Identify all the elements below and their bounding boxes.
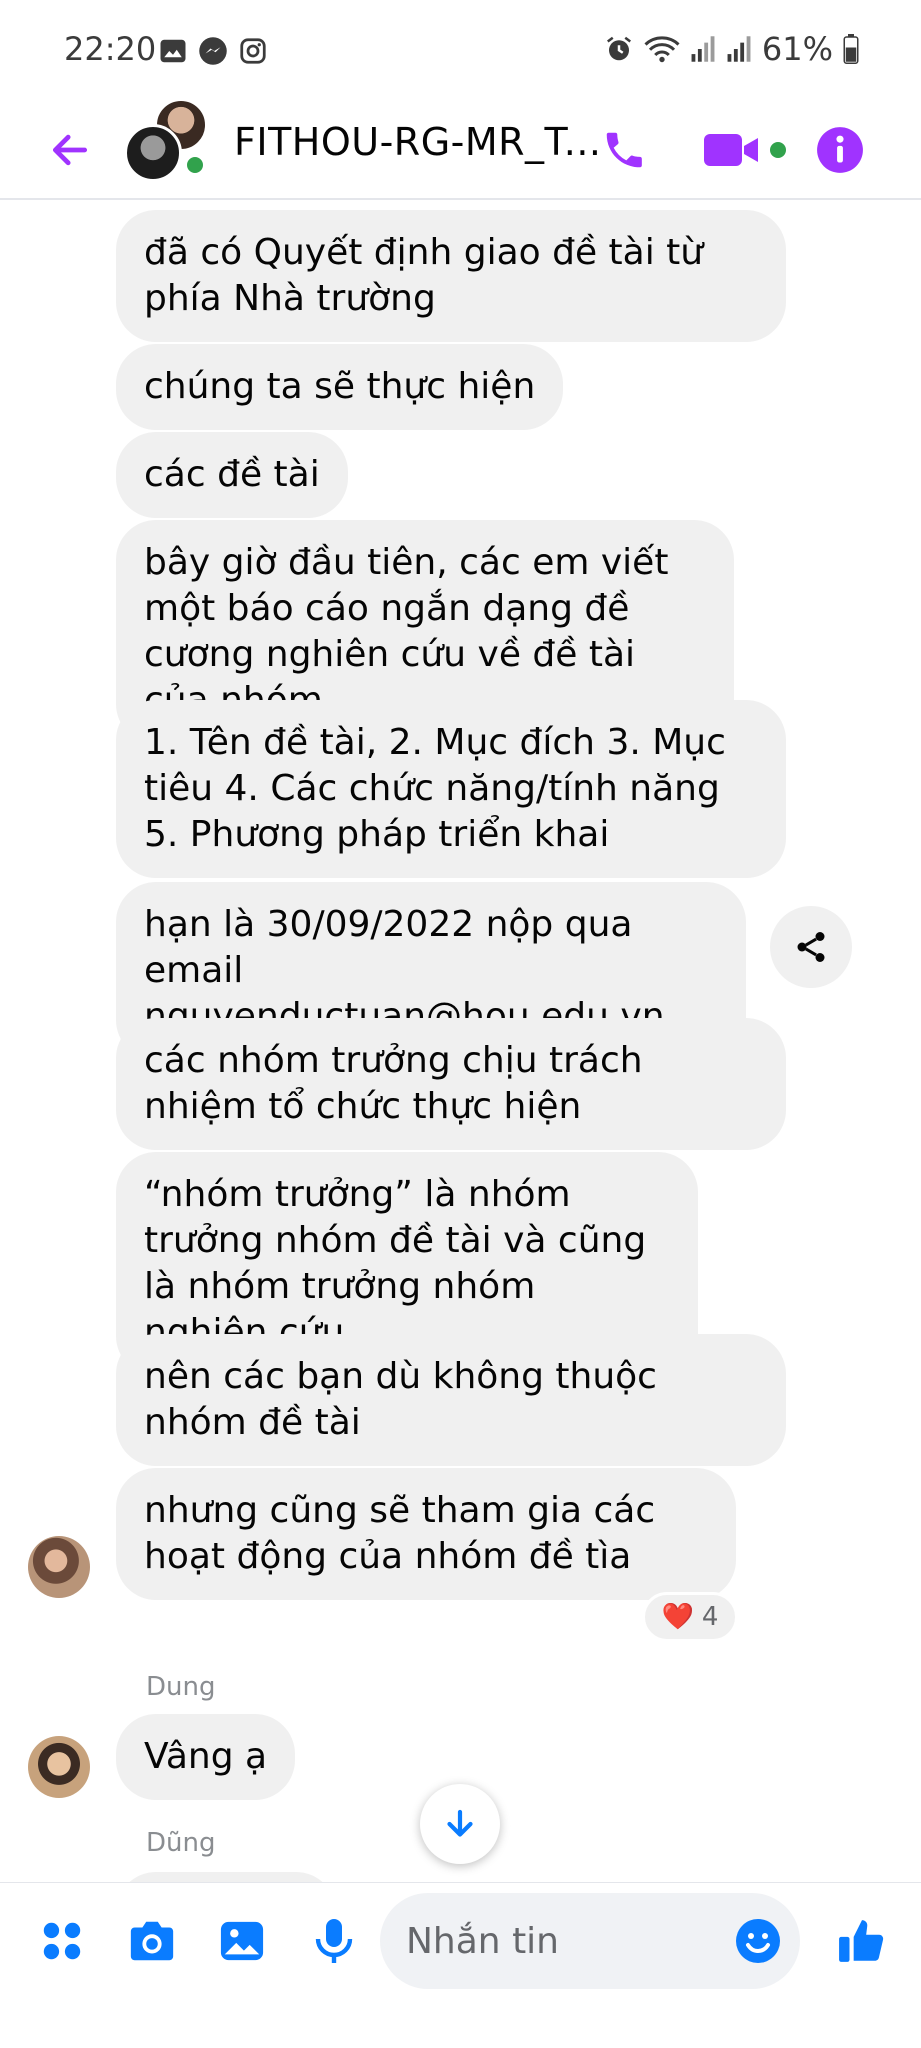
message-text: nhưng cũng sẽ tham gia các hoạt động của… bbox=[144, 1490, 656, 1577]
sender-avatar[interactable] bbox=[28, 1536, 90, 1598]
message-text: các đề tài bbox=[144, 454, 320, 495]
microphone-icon bbox=[315, 1919, 353, 1963]
message-text: Vâng ạ bbox=[144, 1736, 268, 1777]
message-text: chúng ta sẽ thực hiện bbox=[144, 366, 536, 407]
messenger-notification-icon bbox=[199, 37, 227, 65]
video-call-button[interactable] bbox=[700, 118, 790, 182]
signal-icon-2 bbox=[727, 36, 751, 62]
like-button[interactable] bbox=[830, 1909, 894, 1973]
message-text: bây giờ đầu tiên, các em viết một báo cá… bbox=[144, 542, 669, 721]
phone-icon bbox=[606, 132, 642, 168]
smiley-icon bbox=[736, 1919, 780, 1963]
video-camera-icon bbox=[704, 134, 758, 166]
image-icon bbox=[220, 1921, 264, 1961]
message-text: “nhóm trưởng” là nhóm trưởng nhóm đề tài… bbox=[144, 1174, 647, 1353]
chat-title[interactable]: FITHOU-RG-MR_T... bbox=[234, 120, 601, 164]
message-bubble[interactable]: Vâng ạ bbox=[116, 1714, 296, 1800]
arrow-left-icon bbox=[52, 134, 88, 166]
heart-reaction-icon: ❤️ bbox=[661, 1602, 694, 1632]
message-text: nên các bạn dù không thuộc nhóm đề tài bbox=[144, 1356, 657, 1443]
alarm-icon bbox=[606, 36, 631, 61]
chat-header: FITHOU-RG-MR_T... bbox=[0, 98, 921, 200]
message-text: đã có Quyết định giao đề tài từ phía Nhà… bbox=[144, 232, 704, 319]
message-bubble[interactable]: chúng ta sẽ thực hiện bbox=[116, 344, 564, 430]
grid-dots-icon bbox=[43, 1922, 81, 1960]
message-bubble[interactable]: 1. Tên đề tài, 2. Mục đích 3. Mục tiêu 4… bbox=[116, 700, 786, 878]
scroll-to-bottom-button[interactable] bbox=[420, 1784, 500, 1864]
status-bar: 22:20 61% bbox=[0, 0, 921, 100]
message-bubble-partial[interactable] bbox=[116, 1872, 336, 1882]
message-bubble[interactable]: đã có Quyết định giao đề tài từ phía Nhà… bbox=[116, 210, 786, 342]
notification-icons bbox=[158, 36, 268, 66]
sender-name: Dũng bbox=[146, 1828, 216, 1858]
message-list[interactable]: đã có Quyết định giao đề tài từ phía Nhà… bbox=[0, 200, 921, 1882]
message-text: hạn là 30/09/2022 nộp qua email bbox=[144, 904, 633, 991]
share-button[interactable] bbox=[770, 906, 852, 988]
instagram-notification-icon bbox=[240, 38, 266, 64]
system-status: 61% bbox=[604, 30, 859, 68]
share-icon bbox=[797, 932, 825, 962]
message-bubble[interactable]: các nhóm trưởng chịu trách nhiệm tổ chức… bbox=[116, 1018, 786, 1150]
sender-avatar[interactable] bbox=[28, 1736, 90, 1798]
status-time: 22:20 bbox=[64, 30, 157, 68]
signal-icon-1 bbox=[691, 36, 715, 62]
voice-button[interactable] bbox=[302, 1909, 366, 1973]
apps-button[interactable] bbox=[30, 1909, 94, 1973]
emoji-button[interactable] bbox=[726, 1909, 790, 1973]
message-bubble[interactable]: nên các bạn dù không thuộc nhóm đề tài bbox=[116, 1334, 786, 1466]
reaction-count: 4 bbox=[701, 1602, 719, 1632]
call-button[interactable] bbox=[592, 118, 656, 182]
message-text: 1. Tên đề tài, 2. Mục đích 3. Mục tiêu 4… bbox=[144, 722, 726, 855]
message-bubble[interactable]: nhưng cũng sẽ tham gia các hoạt động của… bbox=[116, 1468, 736, 1600]
info-icon bbox=[817, 127, 863, 173]
video-online-dot bbox=[770, 142, 786, 158]
info-button[interactable] bbox=[808, 118, 872, 182]
message-bubble[interactable]: các đề tài bbox=[116, 432, 348, 518]
arrow-down-icon bbox=[447, 1809, 473, 1837]
sender-name: Dung bbox=[146, 1672, 216, 1702]
camera-icon bbox=[130, 1921, 174, 1961]
battery-icon bbox=[843, 34, 859, 64]
group-avatar[interactable] bbox=[124, 98, 214, 190]
wifi-icon bbox=[644, 36, 680, 63]
battery-percent: 61% bbox=[761, 30, 833, 68]
back-button[interactable] bbox=[40, 120, 100, 180]
reaction-badge[interactable]: ❤️ 4 bbox=[642, 1592, 738, 1642]
gallery-button[interactable] bbox=[210, 1909, 274, 1973]
online-indicator bbox=[184, 154, 206, 176]
message-text: các nhóm trưởng chịu trách nhiệm tổ chức… bbox=[144, 1040, 643, 1127]
camera-button[interactable] bbox=[120, 1909, 184, 1973]
thumbs-up-icon bbox=[839, 1920, 884, 1962]
member-avatar bbox=[124, 124, 182, 182]
message-composer bbox=[0, 1882, 921, 2048]
gallery-notification-icon bbox=[160, 39, 186, 63]
